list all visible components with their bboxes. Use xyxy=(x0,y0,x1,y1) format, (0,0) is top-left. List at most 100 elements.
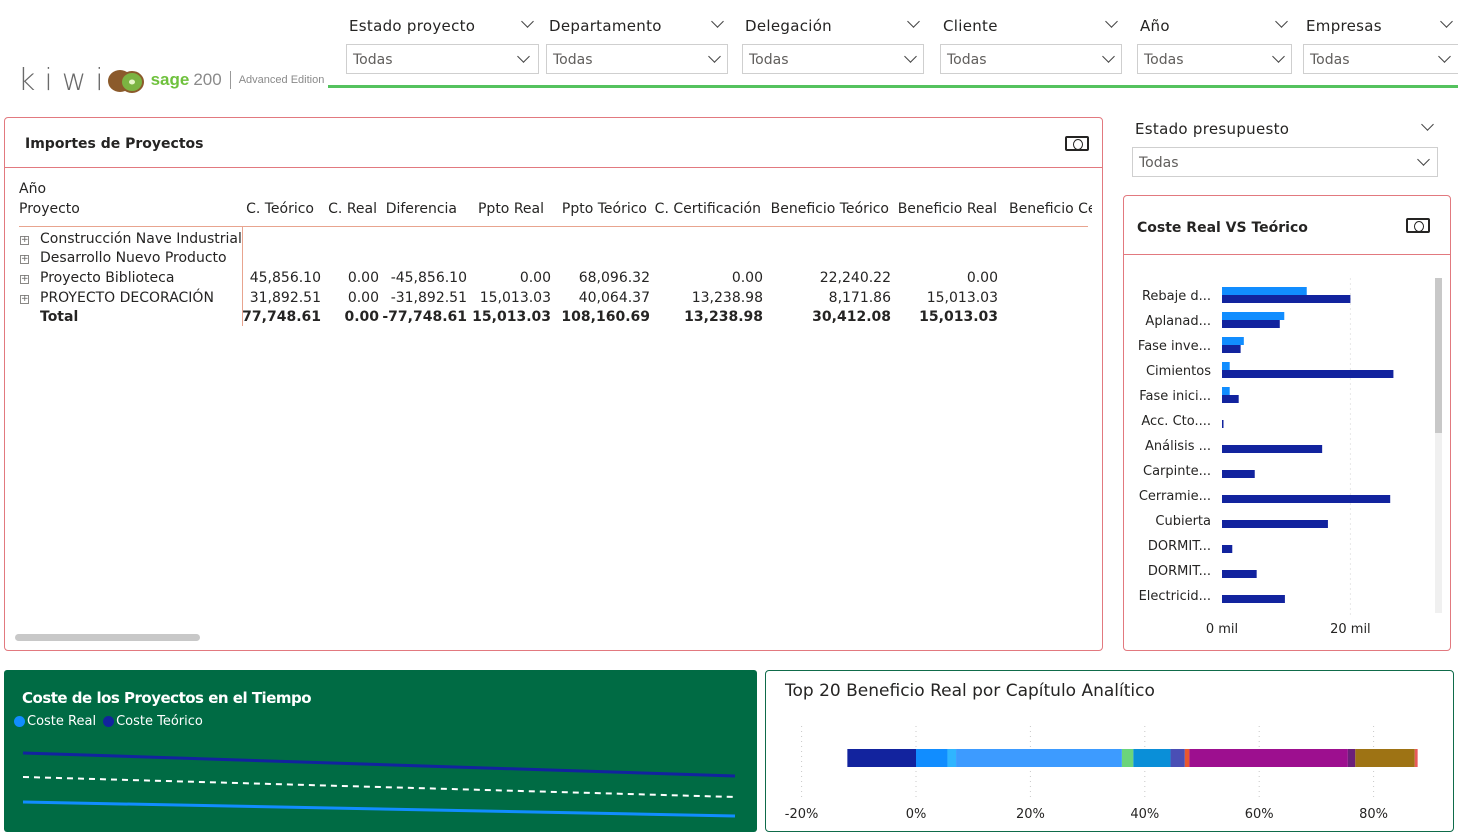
slicer-ano-header[interactable]: Año xyxy=(1140,15,1290,36)
x-tick-label: 40% xyxy=(1130,807,1159,822)
slicer-departamento-header[interactable]: Departamento xyxy=(549,15,725,36)
chevron-down-icon[interactable] xyxy=(1102,50,1115,63)
column-header[interactable]: Beneficio Real xyxy=(898,201,997,217)
bar-segment xyxy=(1184,749,1190,767)
slicer-title: Delegación xyxy=(745,17,832,35)
cell: 0.00 xyxy=(519,270,551,286)
column-header[interactable]: C. Certificación xyxy=(655,201,761,217)
slicer-value: Todas xyxy=(947,52,987,68)
column-header[interactable]: C. Real xyxy=(328,201,377,217)
bar-coste-teorico xyxy=(1222,320,1280,328)
chevron-down-icon[interactable] xyxy=(904,50,917,63)
chevron-down-icon[interactable] xyxy=(1417,153,1430,166)
chevron-down-icon[interactable] xyxy=(1438,50,1451,63)
slicer-title: Año xyxy=(1140,17,1170,35)
chevron-down-icon[interactable] xyxy=(1275,15,1288,28)
slicer-value: Todas xyxy=(1310,52,1350,68)
cell: 68,096.32 xyxy=(578,270,650,286)
chevron-down-icon[interactable] xyxy=(517,50,530,63)
bar-segment xyxy=(1347,749,1356,767)
category-label: Aplanad... xyxy=(1145,314,1211,329)
total-cell: 108,160.69 xyxy=(561,309,650,325)
total-label: Total xyxy=(40,309,79,325)
bar-coste-teorico xyxy=(1222,520,1328,528)
slicer-value: Todas xyxy=(353,52,393,68)
column-header[interactable]: Ppto Teórico xyxy=(562,201,647,217)
cell: 0.00 xyxy=(731,270,763,286)
bar-coste-teorico xyxy=(1222,470,1255,478)
expand-icon[interactable]: + xyxy=(20,255,29,264)
slicer-delegacion-header[interactable]: Delegación xyxy=(745,15,921,36)
column-header[interactable]: Diferencia xyxy=(386,201,457,217)
bar-segment xyxy=(916,749,948,767)
slicer-estado-presupuesto-header[interactable]: Estado presupuesto xyxy=(1135,118,1435,139)
logo-separator xyxy=(229,71,231,89)
bar-segment xyxy=(1121,749,1134,767)
slicer-empresas-header[interactable]: Empresas xyxy=(1306,15,1456,36)
x-tick-label: 80% xyxy=(1359,807,1388,822)
row-label: Proyecto Biblioteca xyxy=(40,270,175,286)
bar-coste-real xyxy=(1222,287,1307,295)
column-header-ano[interactable]: Año xyxy=(19,181,46,197)
slicer-estado-proyecto-dropdown[interactable]: Todas xyxy=(346,44,539,74)
table-row: + Construcción Nave Industrial xyxy=(19,231,1089,251)
chevron-down-icon[interactable] xyxy=(907,15,920,28)
slicer-value: Todas xyxy=(553,52,593,68)
bar-coste-real xyxy=(1222,387,1230,395)
total-cell: 15,013.03 xyxy=(919,309,998,325)
chevron-down-icon[interactable] xyxy=(1421,118,1434,131)
vertical-scrollbar-track[interactable] xyxy=(1435,278,1442,613)
cell: 8,171.86 xyxy=(828,290,891,306)
slicer-title: Estado presupuesto xyxy=(1135,120,1290,138)
slicer-value: Todas xyxy=(749,52,789,68)
column-header-proyecto[interactable]: Proyecto xyxy=(19,201,80,217)
top20-panel: Top 20 Beneficio Real por Capítulo Analí… xyxy=(765,670,1454,832)
category-label: Cubierta xyxy=(1155,514,1211,529)
slicer-estado-proyecto-header[interactable]: Estado proyecto xyxy=(349,15,539,36)
x-tick-label: 60% xyxy=(1245,807,1274,822)
chart-legend: Coste Real Coste Teórico xyxy=(14,714,203,729)
expand-icon[interactable]: + xyxy=(20,295,29,304)
vertical-scrollbar-thumb[interactable] xyxy=(1435,278,1442,433)
money-icon[interactable] xyxy=(1065,136,1089,151)
slicer-cliente-dropdown[interactable]: Todas xyxy=(940,44,1122,74)
chevron-down-icon[interactable] xyxy=(1105,15,1118,28)
horizontal-scrollbar[interactable] xyxy=(15,634,200,641)
bar-coste-teorico xyxy=(1222,370,1394,378)
category-label: DORMIT... xyxy=(1148,564,1211,579)
x-tick-label: 20% xyxy=(1016,807,1045,822)
column-header[interactable]: Beneficio Ce xyxy=(1009,201,1092,217)
category-label: Carpinte... xyxy=(1143,464,1211,479)
slicer-title: Estado proyecto xyxy=(349,17,476,35)
chevron-down-icon[interactable] xyxy=(708,50,721,63)
bar-segment xyxy=(1189,749,1348,767)
slicer-departamento-dropdown[interactable]: Todas xyxy=(546,44,728,74)
cell: 40,064.37 xyxy=(578,290,650,306)
kiwi-fruit-icon xyxy=(107,68,144,93)
chevron-down-icon[interactable] xyxy=(521,15,534,28)
bar-coste-teorico xyxy=(1222,420,1224,428)
kiwi-logo-text: kiwi xyxy=(18,62,113,98)
chevron-down-icon[interactable] xyxy=(1272,50,1285,63)
bar-segment xyxy=(1170,749,1185,767)
column-header[interactable]: C. Teórico xyxy=(246,201,314,217)
bar-coste-teorico xyxy=(1222,545,1233,553)
expand-icon[interactable]: + xyxy=(20,275,29,284)
expand-icon[interactable]: + xyxy=(20,236,29,245)
series-line-real xyxy=(22,800,736,818)
slicer-estado-presupuesto-dropdown[interactable]: Todas xyxy=(1132,147,1438,177)
cell: 15,013.03 xyxy=(479,290,551,306)
bar-segment xyxy=(1133,749,1171,767)
chevron-down-icon[interactable] xyxy=(1440,15,1453,28)
chevron-down-icon[interactable] xyxy=(711,15,724,28)
bar-coste-teorico xyxy=(1222,595,1285,603)
total-cell: -77,748.61 xyxy=(382,309,467,325)
column-header[interactable]: Ppto Real xyxy=(478,201,544,217)
column-header[interactable]: Beneficio Teórico xyxy=(771,201,889,217)
slicer-cliente-header[interactable]: Cliente xyxy=(943,15,1119,36)
bar-coste-real xyxy=(1222,312,1285,320)
slicer-ano-dropdown[interactable]: Todas xyxy=(1137,44,1292,74)
slicer-empresas-dropdown[interactable]: Todas xyxy=(1303,44,1458,74)
slicer-delegacion-dropdown[interactable]: Todas xyxy=(742,44,924,74)
cell: 22,240.22 xyxy=(819,270,891,286)
